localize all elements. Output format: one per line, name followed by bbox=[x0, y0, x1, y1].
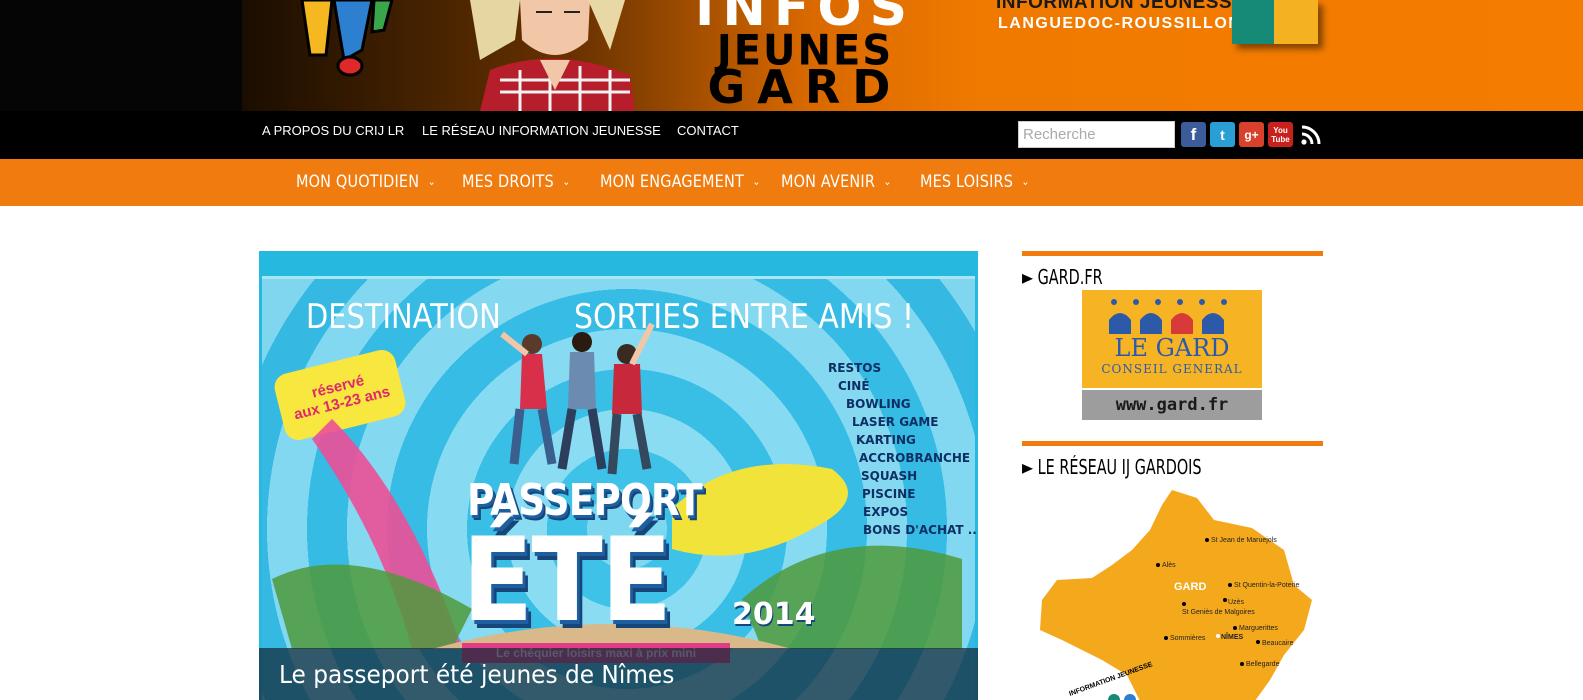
map-town-label: Marguerittes bbox=[1239, 625, 1278, 632]
facebook-icon[interactable]: f bbox=[1181, 122, 1206, 147]
youtube-label-2: Tube bbox=[1271, 134, 1290, 144]
ete-title: ÉTÉ bbox=[462, 513, 672, 648]
map-town-label: Uzès bbox=[1228, 599, 1244, 606]
slide-headline-left: DESTINATION bbox=[306, 297, 501, 337]
activity-item: ACCROBRANCHE bbox=[859, 451, 971, 465]
brand-title-line3: GARD bbox=[707, 60, 903, 111]
network-region: LANGUEDOC-ROUSSILLON bbox=[998, 15, 1242, 32]
map-town-label: Bellegarde bbox=[1246, 661, 1280, 668]
year-label: 2014 bbox=[732, 597, 816, 632]
slide-caption[interactable]: Le passeport été jeunes de Nîmes bbox=[259, 648, 978, 700]
menu-label: MON AVENIR bbox=[781, 172, 876, 192]
header-banner: INFOS JEUNES GARD INFORMATION JEUNESSE L… bbox=[0, 0, 1583, 111]
menu-mes-loisirs[interactable]: MES LOISIRS ⌄ bbox=[920, 172, 1030, 192]
twitter-icon[interactable]: t bbox=[1210, 122, 1235, 147]
activity-item: KARTING bbox=[856, 433, 916, 447]
activity-item: PISCINE bbox=[862, 487, 916, 501]
nav-link-network[interactable]: LE RÉSEAU INFORMATION JEUNESSE bbox=[422, 123, 661, 138]
chevron-down-icon: ⌄ bbox=[883, 175, 892, 188]
slide-caption-text[interactable]: Le passeport été jeunes de Nîmes bbox=[279, 660, 674, 689]
activity-item: EXPOS bbox=[863, 505, 909, 519]
menu-mon-quotidien[interactable]: MON QUOTIDIEN ⌄ bbox=[296, 172, 436, 192]
top-navbar: A PROPOS DU CRIJ LR LE RÉSEAU INFORMATIO… bbox=[0, 111, 1583, 159]
nav-link-about[interactable]: A PROPOS DU CRIJ LR bbox=[262, 123, 404, 138]
rss-icon[interactable] bbox=[1299, 123, 1323, 147]
menu-mes-droits[interactable]: MES DROITS ⌄ bbox=[462, 172, 570, 192]
network-logo bbox=[1232, 0, 1318, 44]
chevron-down-icon: ⌄ bbox=[427, 175, 436, 188]
activity-item: CINÉ bbox=[838, 379, 870, 393]
chevron-down-icon: ⌄ bbox=[752, 175, 761, 188]
slide-image[interactable]: DESTINATION SORTIES ENTRE AMIS ! réservé… bbox=[262, 276, 978, 700]
map-region-label: GARD bbox=[1174, 581, 1206, 593]
map-town-label: Sommières bbox=[1170, 635, 1206, 642]
map-town-label: NÎMES bbox=[1221, 632, 1244, 641]
menu-label: MON ENGAGEMENT bbox=[600, 172, 744, 192]
map-town-label: St Quentin-la-Poterie bbox=[1234, 582, 1299, 589]
chevron-down-icon: ⌄ bbox=[562, 175, 571, 188]
menu-label: MES DROITS bbox=[462, 172, 554, 192]
gard-logo-subtitle: CONSEIL GENERAL bbox=[1101, 362, 1243, 376]
search-input[interactable] bbox=[1018, 121, 1175, 148]
activity-item: SQUASH bbox=[861, 469, 918, 483]
activity-item: BOWLING bbox=[846, 397, 911, 411]
googleplus-icon[interactable]: g+ bbox=[1239, 122, 1264, 147]
mascot-illustration bbox=[300, 0, 394, 77]
category-navbar: MON QUOTIDIEN ⌄ MES DROITS ⌄ MON ENGAGEMEN… bbox=[0, 159, 1583, 206]
widget-gard-fr: ► GARD.FR LE GARD CONSEIL GENERAL www.ga… bbox=[1022, 251, 1323, 425]
widget-title: ► GARD.FR bbox=[1022, 265, 1103, 289]
gard-logo-link[interactable]: LE GARD CONSEIL GENERAL www.gard.fr bbox=[1082, 290, 1262, 420]
person-photo bbox=[470, 0, 635, 111]
widget-title: ► LE RÉSEAU IJ GARDOIS bbox=[1022, 455, 1202, 479]
menu-mon-engagement[interactable]: MON ENGAGEMENT ⌄ bbox=[600, 172, 760, 192]
menu-mon-avenir[interactable]: MON AVENIR ⌄ bbox=[781, 172, 892, 192]
logo-yellow-square bbox=[1274, 0, 1318, 44]
menu-label: MES LOISIRS bbox=[920, 172, 1014, 192]
youtube-icon[interactable]: You Tube bbox=[1268, 122, 1293, 147]
map-town-label: Alès bbox=[1162, 562, 1176, 569]
gard-map[interactable]: GARD St Jean de Maruejols Alès St Quenti… bbox=[1022, 490, 1323, 700]
gard-logo-panel: LE GARD CONSEIL GENERAL bbox=[1082, 290, 1262, 388]
activity-item: RESTOS bbox=[828, 361, 882, 375]
map-town-label: St Geniès de Malgoires bbox=[1182, 609, 1255, 616]
activity-item: LASER GAME bbox=[852, 415, 939, 429]
activities-list: RESTOS CINÉ BOWLING LASER GAME KARTING A… bbox=[828, 359, 978, 539]
featured-slider[interactable]: DESTINATION SORTIES ENTRE AMIS ! réservé… bbox=[259, 251, 978, 700]
network-title: INFORMATION JEUNESSE bbox=[996, 0, 1246, 13]
activity-item: BONS D'ACHAT ... bbox=[863, 523, 978, 537]
banner-left-panel bbox=[0, 0, 242, 111]
gard-logo-name: LE GARD bbox=[1114, 334, 1230, 362]
chevron-down-icon: ⌄ bbox=[1021, 175, 1030, 188]
widget-reseau-ij: ► LE RÉSEAU IJ GARDOIS GARD St Jean de M… bbox=[1022, 441, 1323, 700]
map-town-label: Beaucaire bbox=[1262, 640, 1294, 647]
map-town-label: St Jean de Maruejols bbox=[1211, 537, 1277, 544]
logo-green-square bbox=[1232, 0, 1274, 44]
menu-label: MON QUOTIDIEN bbox=[296, 172, 420, 192]
gard-arches-icon bbox=[1109, 299, 1227, 334]
youtube-label-1: You bbox=[1273, 125, 1288, 135]
nav-link-contact[interactable]: CONTACT bbox=[677, 123, 739, 138]
gard-url[interactable]: www.gard.fr bbox=[1082, 390, 1262, 420]
